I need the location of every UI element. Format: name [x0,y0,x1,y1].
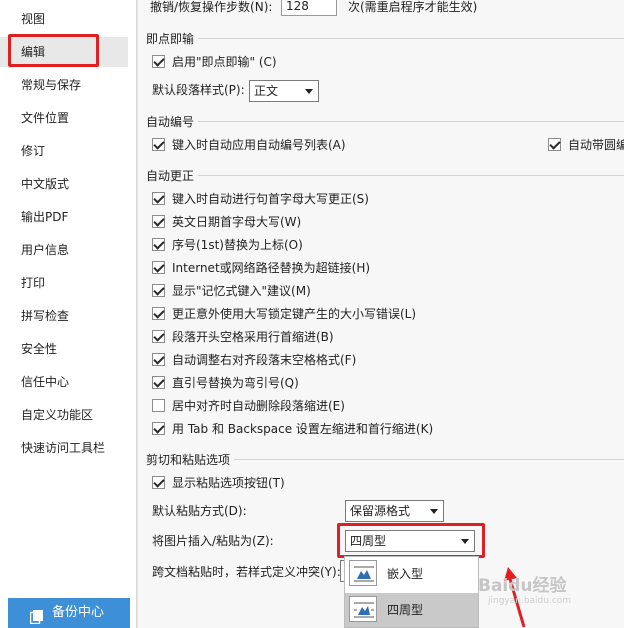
sidebar-item-general-save[interactable]: 常规与保存 [0,70,128,100]
divider [198,121,624,122]
undo-suffix-row: 次(需重启程序才能生效) [348,0,477,17]
checkbox-label: 序号(1st)替换为上标(O) [172,238,303,252]
chevron-down-icon [461,539,469,544]
dropdown-option-label: 嵌入型 [387,567,424,581]
sidebar-item-spell-check[interactable]: 拼写检查 [0,301,128,331]
image-paste-dropdown-list: 嵌入型 四周型 [344,556,479,628]
image-paste-label: 将图片插入/粘贴为(Z): [152,534,274,548]
chevron-down-icon [430,509,438,514]
checkbox[interactable] [152,353,165,366]
sidebar-item-trust-center[interactable]: 信任中心 [0,367,128,397]
default-style-value: 正文 [254,84,279,98]
backup-icon [29,606,43,625]
sidebar-item-customize-ribbon[interactable]: 自定义功能区 [0,400,128,430]
undo-steps-value: 128 [286,0,309,13]
sidebar-item-user-info[interactable]: 用户信息 [0,235,128,265]
sidebar-item-export-pdf[interactable]: 输出PDF [0,202,128,232]
undo-steps-row: 撤销/恢复操作步数(N): [150,0,272,17]
default-style-select[interactable]: 正文 [249,80,319,102]
default-style-row: 默认段落样式(P): [152,80,245,100]
checkbox[interactable] [548,138,561,151]
sidebar-item-edit[interactable]: 编辑 [0,37,128,67]
checkbox[interactable] [152,376,165,389]
undo-steps-label: 撤销/恢复操作步数(N): [150,0,273,14]
checkbox[interactable] [152,399,165,412]
sidebar-item-print[interactable]: 打印 [0,268,128,298]
checkbox[interactable] [152,192,165,205]
checkbox[interactable] [152,284,165,297]
instant-enable-checkbox[interactable] [152,55,165,68]
watermark-logo: Baidu经验 [478,576,567,596]
checkbox-label: 自动带圆编 [568,138,624,152]
default-paste-select[interactable]: 保留源格式 [345,500,444,522]
checkbox-label: 英文日期首字母大写(W) [172,215,302,229]
checkbox-label: 居中对齐时自动删除段落缩进(E) [172,399,345,413]
default-paste-value: 保留源格式 [350,504,411,518]
image-paste-row: 将图片插入/粘贴为(Z): [152,531,274,551]
sidebar-item-view[interactable]: 视图 [0,4,128,34]
paste-options-title: 剪切和粘贴选项 [146,453,231,467]
backup-center-label: 备份中心 [52,605,105,620]
checkbox[interactable] [152,138,165,151]
sidebar-item-security[interactable]: 安全性 [0,334,128,364]
checkbox-label: 自动调整右对齐段落末空格格式(F) [172,353,357,367]
instant-enable-label: 启用"即点即输" (C) [172,55,277,69]
checkbox[interactable] [152,330,165,343]
checkbox-label: 键入时自动进行句首字母大写更正(S) [172,192,369,206]
checkbox-label: 段落开头空格采用行首缩进(B) [172,330,334,344]
checkbox-label: Internet或网络路径替换为超链接(H) [172,261,371,275]
dropdown-option-square[interactable]: 四周型 [345,593,478,627]
checkbox[interactable] [152,238,165,251]
divider [198,175,624,176]
dropdown-option-label: 四周型 [387,603,424,617]
undo-steps-input[interactable]: 128 [281,0,337,16]
options-panel: 撤销/恢复操作步数(N): 128 次(需重启程序才能生效) 即点即输 启用"即… [137,0,624,628]
sidebar: 视图 编辑 常规与保存 文件位置 修订 中文版式 输出PDF 用户信息 打印 拼… [0,0,137,628]
instant-input-title: 即点即输 [146,32,195,46]
inline-wrap-icon [349,560,377,586]
square-wrap-icon [349,596,377,622]
divider [234,459,624,460]
image-paste-value: 四周型 [350,534,387,548]
divider [198,38,624,39]
sidebar-item-chinese-layout[interactable]: 中文版式 [0,169,128,199]
show-paste-button-label: 显示粘贴选项按钮(T) [172,476,285,490]
checkbox-label: 直引号替换为弯引号(Q) [172,376,299,390]
backup-center-button[interactable]: 备份中心 [8,598,130,628]
checkbox-label: 更正意外使用大写锁定键产生的大小写错误(L) [172,307,417,321]
cross-doc-label: 跨文档粘贴时，若样式定义冲突(Y): [152,565,341,579]
checkbox-label: 用 Tab 和 Backspace 设置左缩进和首行缩进(K) [172,422,434,436]
autocorrect-title: 自动更正 [146,169,195,183]
watermark-sub: jingyan.baidu.com [488,596,572,606]
sidebar-item-revision[interactable]: 修订 [0,136,128,166]
checkbox-label: 显示"记忆式键入"建议(M) [172,284,311,298]
show-paste-button-checkbox[interactable] [152,476,165,489]
checkbox[interactable] [152,307,165,320]
undo-steps-suffix: 次(需重启程序才能生效) [348,0,478,14]
image-paste-select[interactable]: 四周型 [345,530,475,552]
dropdown-option-inline[interactable]: 嵌入型 [345,557,478,591]
checkbox[interactable] [152,261,165,274]
sidebar-item-quick-access[interactable]: 快速访问工具栏 [0,433,128,463]
default-style-label: 默认段落样式(P): [152,83,245,97]
auto-numbering-title: 自动编号 [146,115,195,129]
checkbox[interactable] [152,422,165,435]
checkbox[interactable] [152,215,165,228]
checkbox-label: 键入时自动应用自动编号列表(A) [172,138,346,152]
chevron-down-icon [305,89,313,94]
cross-doc-row: 跨文档粘贴时，若样式定义冲突(Y): [152,562,341,582]
default-paste-label: 默认粘贴方式(D): [152,504,247,518]
default-paste-row: 默认粘贴方式(D): [152,501,247,521]
sidebar-item-file-location[interactable]: 文件位置 [0,103,128,133]
